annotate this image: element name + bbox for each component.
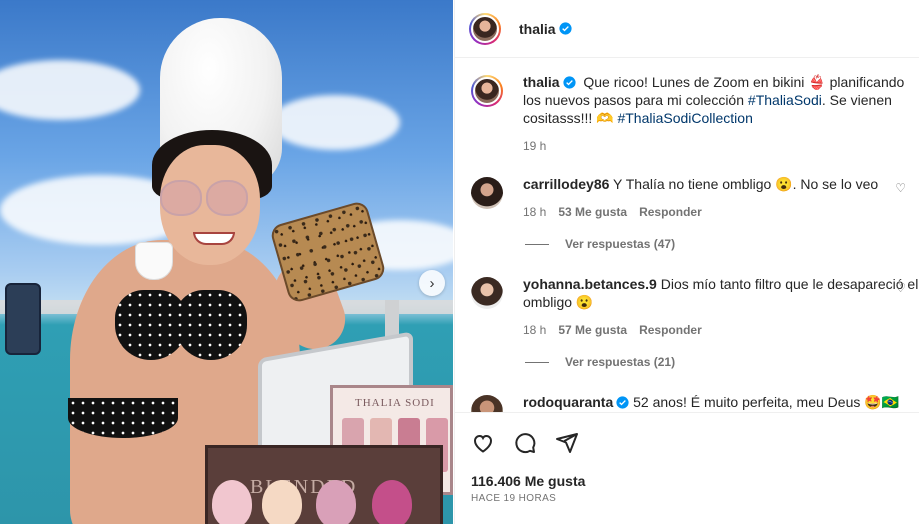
beauty-sponge [372, 480, 412, 524]
bikini-bottom [68, 398, 178, 438]
commenter-avatar[interactable] [471, 177, 503, 209]
sunglasses-lens-right [206, 180, 248, 216]
comment-icon[interactable] [513, 431, 537, 455]
comment-text: 52 anos! É muito perfeita, meu Deus 🤩🇧🇷 [633, 394, 900, 410]
cloud [0, 60, 140, 120]
reply-button[interactable]: Responder [639, 321, 702, 339]
comment-item: carrillodey86 Y Thalía no tiene ombligo … [471, 175, 919, 221]
caption-username[interactable]: thalia [523, 74, 560, 90]
next-photo-button[interactable]: › [419, 270, 445, 296]
post-header: thalia [455, 0, 919, 58]
like-count[interactable]: 116.406 Me gusta [471, 473, 585, 489]
view-replies-label: Ver respuestas (21) [565, 355, 676, 369]
comment-item: yohanna.betances.9 Dios mío tanto filtro… [471, 275, 919, 339]
share-icon[interactable] [555, 431, 579, 455]
commenter-avatar[interactable] [471, 277, 503, 309]
comment-likes[interactable]: 57 Me gusta [558, 321, 627, 339]
verified-badge-icon [616, 396, 629, 409]
commenter-avatar[interactable] [471, 395, 503, 412]
commenter-username[interactable]: carrillodey86 [523, 176, 609, 192]
post-photo[interactable]: THALIA SODI BLENDED › [0, 0, 453, 524]
comment-time: 18 h [523, 323, 547, 337]
hashtag-link[interactable]: #ThaliaSodi [748, 92, 822, 108]
author-username[interactable]: thalia [519, 21, 556, 37]
caption-time: 19 h [523, 139, 547, 153]
beauty-sponge [212, 480, 252, 524]
reply-button[interactable]: Responder [639, 203, 702, 221]
cloud [270, 95, 400, 150]
chevron-right-icon: › [429, 274, 435, 292]
comment-item: rodoquaranta 52 anos! É muito perfeita, … [471, 393, 919, 412]
comment-likes[interactable]: 53 Me gusta [558, 203, 627, 221]
comment-text: Y Thalía no tiene ombligo 😮. No se lo ve… [613, 176, 879, 192]
verified-badge-icon [558, 22, 572, 35]
leopard-pouch [268, 199, 388, 305]
sunglasses-lens-left [160, 180, 202, 216]
post-timestamp: HACE 19 HORAS [471, 493, 557, 504]
espresso-cup [135, 242, 173, 280]
bikini-top-right [175, 290, 247, 360]
view-replies-button[interactable]: Ver respuestas (47) [525, 237, 675, 251]
commenter-username[interactable]: rodoquaranta [523, 394, 613, 410]
comments-list[interactable]: thalia Que ricoo! Lunes de Zoom en bikin… [455, 59, 919, 412]
box-brand-label: THALIA SODI [355, 397, 435, 409]
author-avatar[interactable] [471, 75, 503, 107]
author-avatar[interactable] [469, 12, 501, 45]
caption-text: Que ricoo! Lunes de Zoom en bikini 👙 pla… [523, 74, 904, 126]
commenter-username[interactable]: yohanna.betances.9 [523, 276, 657, 292]
comment-time: 18 h [523, 205, 547, 219]
person-smile [193, 232, 235, 245]
caption: thalia Que ricoo! Lunes de Zoom en bikin… [471, 73, 919, 155]
post-panel: thalia thalia Que ricoo! Lunes de Zoom e… [454, 0, 919, 524]
view-replies-label: Ver respuestas (47) [565, 237, 676, 251]
phone-on-stand [5, 283, 41, 355]
hashtag-link[interactable]: #ThaliaSodiCollection [617, 110, 752, 126]
beauty-sponge [262, 480, 302, 524]
replies-divider [525, 243, 549, 245]
beauty-sponge [316, 480, 356, 524]
comment-like-heart-icon[interactable]: ♡ [895, 281, 906, 295]
replies-divider [525, 361, 549, 363]
comment-like-heart-icon[interactable]: ♡ [895, 181, 906, 195]
view-replies-button[interactable]: Ver respuestas (21) [525, 355, 675, 369]
post-actions: 116.406 Me gusta HACE 19 HORAS [455, 412, 919, 524]
verified-badge-icon [562, 76, 576, 89]
heart-icon[interactable] [471, 431, 495, 455]
